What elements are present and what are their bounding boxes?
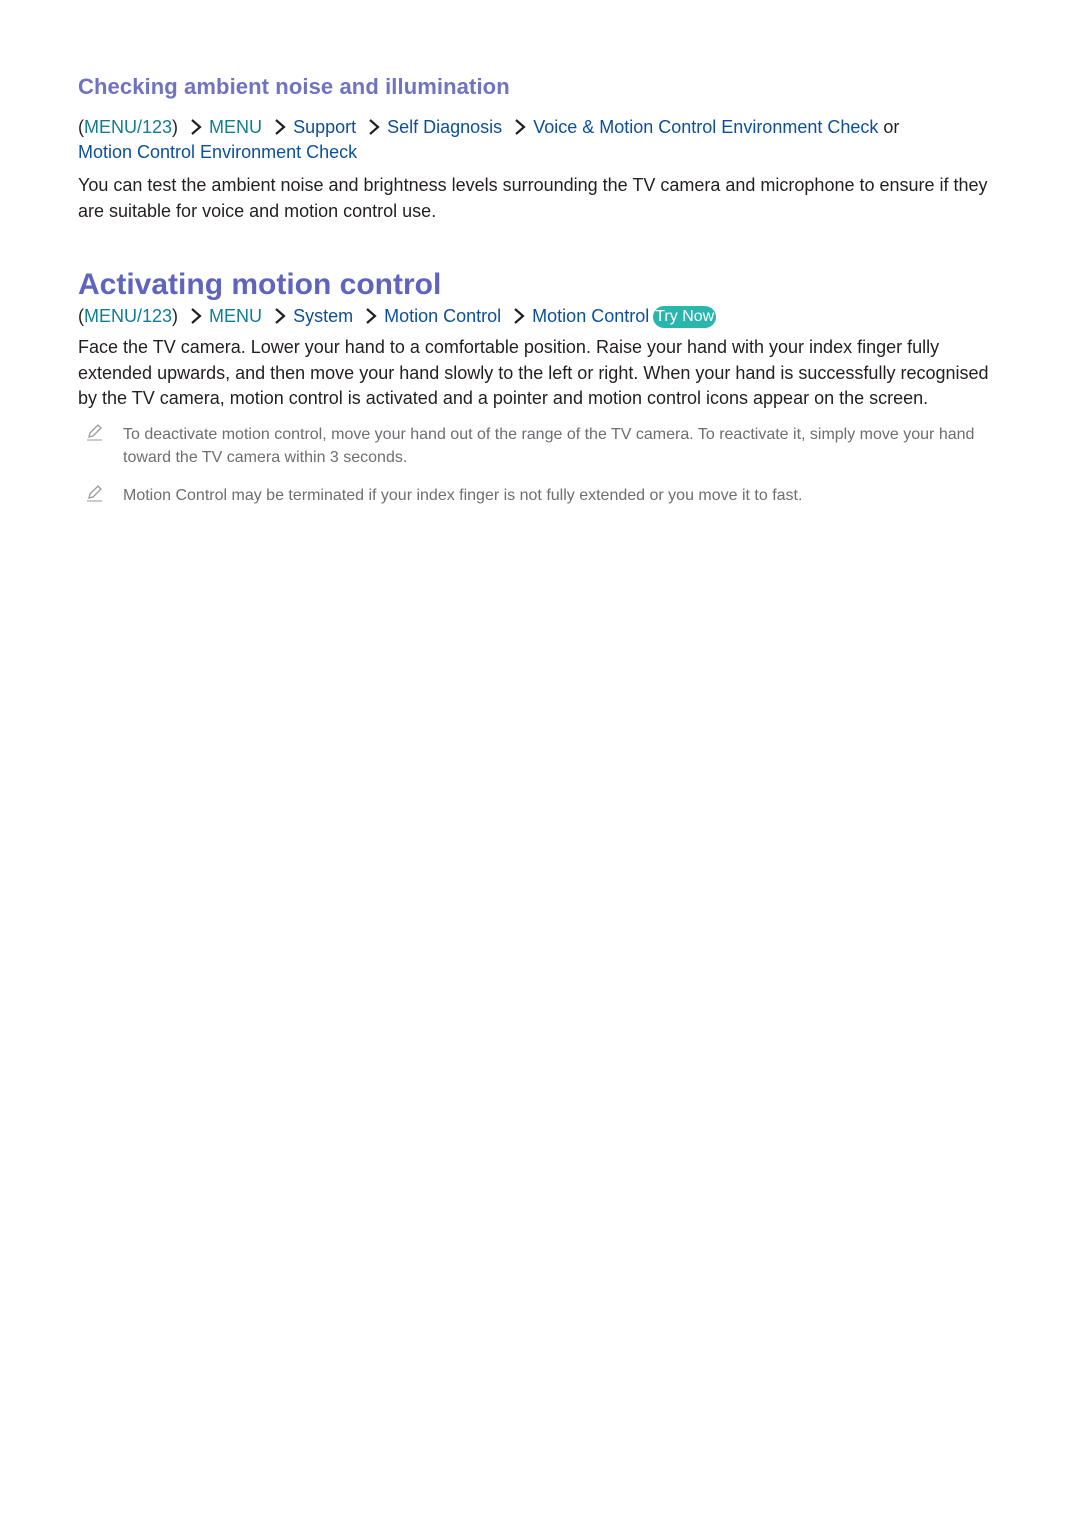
motion-control-description: Face the TV camera. Lower your hand to a… [78, 337, 989, 408]
menu-link[interactable]: MENU [209, 306, 262, 326]
pencil-icon [87, 484, 102, 501]
ambient-check-description: You can test the ambient noise and brigh… [78, 175, 988, 221]
path-item-motion-env-check[interactable]: Motion Control Environment Check [78, 142, 357, 162]
manual-page: Checking ambient noise and illumination … [78, 72, 998, 507]
menu-link[interactable]: MENU [209, 117, 262, 137]
paren-close: ) [172, 306, 179, 326]
path-item-motion-control-setting[interactable]: Motion Control [532, 306, 649, 326]
pencil-icon [87, 423, 102, 440]
path-item-motion-control[interactable]: Motion Control [384, 306, 501, 326]
try-now-button[interactable]: Try Now [653, 306, 717, 328]
chevron-right-icon [514, 308, 525, 324]
path-item-self-diagnosis[interactable]: Self Diagnosis [387, 117, 502, 137]
note-deactivate: To deactivate motion control, move your … [78, 423, 998, 469]
chevron-right-icon [515, 119, 526, 135]
section-heading-activating-motion: Activating motion control [78, 268, 442, 301]
chevron-right-icon [366, 308, 377, 324]
menu-path-ambient-check: (MENU/123) MENU Support Self Diagnosis V… [78, 115, 998, 165]
or-label: or [883, 117, 900, 137]
path-item-support[interactable]: Support [293, 117, 356, 137]
chevron-right-icon [275, 308, 286, 324]
chevron-right-icon [369, 119, 380, 135]
chevron-right-icon [191, 308, 202, 324]
paren-close: ) [172, 117, 179, 137]
section-heading-ambient-check: Checking ambient noise and illumination [78, 74, 510, 99]
note-text: To deactivate motion control, move your … [123, 425, 975, 466]
path-item-voice-motion-env-check[interactable]: Voice & Motion Control Environment Check [533, 117, 878, 137]
chevron-right-icon [275, 119, 286, 135]
path-item-system[interactable]: System [293, 306, 353, 326]
chevron-right-icon [191, 119, 202, 135]
note-text: Motion Control may be terminated if your… [123, 486, 803, 504]
menu-123-link[interactable]: MENU/123 [84, 306, 172, 326]
note-termination: Motion Control may be terminated if your… [78, 484, 998, 507]
menu-path-motion-control: (MENU/123) MENU System Motion Control Mo… [78, 304, 998, 329]
menu-123-link[interactable]: MENU/123 [84, 117, 172, 137]
